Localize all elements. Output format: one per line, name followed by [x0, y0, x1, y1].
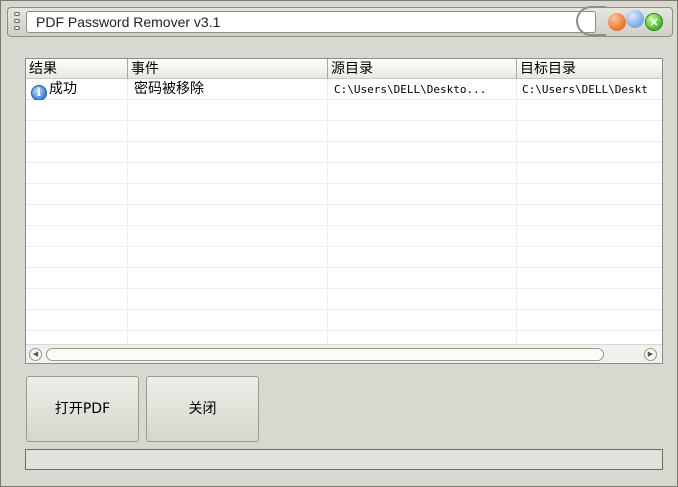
info-icon: i: [31, 85, 47, 100]
list-item: [26, 100, 662, 121]
column-header-target-dir[interactable]: 目标目录: [516, 59, 662, 79]
scroll-left-icon[interactable]: ◀: [29, 348, 42, 361]
open-pdf-button[interactable]: 打开PDF: [26, 376, 139, 442]
app-window: PDF Password Remover v3.1 × 结果 事件 源目录 目标…: [0, 0, 678, 487]
target-dir-cell: C:\Users\DELL\Deskt: [522, 83, 648, 96]
column-header-source-dir[interactable]: 源目录: [327, 59, 516, 79]
list-item: [26, 184, 662, 205]
list-item: [26, 268, 662, 289]
results-list[interactable]: 结果 事件 源目录 目标目录 i 成功 密码被移除 C:\Users\DELL\D…: [25, 58, 663, 364]
column-header-event[interactable]: 事件: [127, 59, 327, 79]
list-header: 结果 事件 源目录 目标目录: [26, 59, 662, 79]
close-icon[interactable]: ×: [645, 13, 663, 31]
list-rows: i 成功 密码被移除 C:\Users\DELL\Deskto... C:\Use…: [26, 79, 662, 344]
result-cell: i 成功: [26, 79, 127, 100]
list-item: [26, 205, 662, 226]
list-item: [26, 331, 662, 344]
list-item: [26, 163, 662, 184]
close-button[interactable]: 关闭: [146, 376, 259, 442]
source-dir-cell: C:\Users\DELL\Deskto...: [334, 83, 487, 96]
horizontal-scrollbar[interactable]: ◀ ▶: [26, 344, 662, 363]
list-item: [26, 142, 662, 163]
scrollbar-thumb[interactable]: [46, 348, 604, 361]
grip-icon[interactable]: [12, 12, 22, 34]
title-bar[interactable]: PDF Password Remover v3.1 ×: [7, 6, 673, 37]
status-bar: [25, 449, 663, 470]
scroll-right-icon[interactable]: ▶: [644, 348, 657, 361]
table-row[interactable]: i 成功 密码被移除 C:\Users\DELL\Deskto... C:\Use…: [26, 79, 662, 100]
open-pdf-label: 打开PDF: [54, 401, 111, 417]
list-item: [26, 226, 662, 247]
result-text: 成功: [49, 81, 77, 97]
window-title: PDF Password Remover v3.1: [26, 11, 596, 33]
list-item: [26, 247, 662, 268]
close-label: 关闭: [188, 401, 217, 417]
maximize-icon[interactable]: [626, 10, 644, 28]
list-item: [26, 289, 662, 310]
event-cell: 密码被移除: [134, 81, 204, 97]
column-header-result[interactable]: 结果: [26, 59, 127, 79]
title-bracket: [576, 6, 606, 36]
minimize-icon[interactable]: [608, 13, 626, 31]
list-item: [26, 310, 662, 331]
list-item: [26, 121, 662, 142]
